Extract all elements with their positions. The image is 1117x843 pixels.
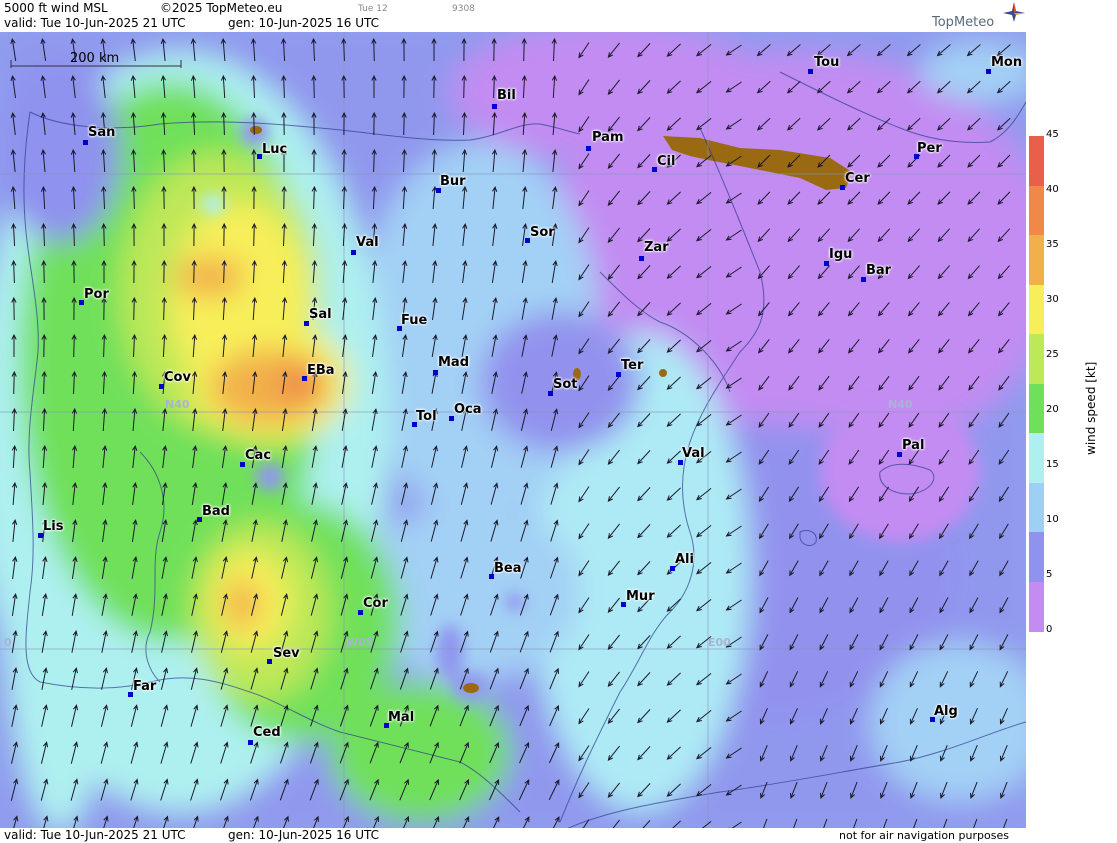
legend-color-segment: [1029, 433, 1044, 483]
city-label[interactable]: Lis: [43, 519, 63, 534]
city-label[interactable]: Ali: [675, 552, 694, 567]
legend-color-segment: [1029, 334, 1044, 384]
scale-bar: 200 km: [10, 51, 182, 68]
city-label[interactable]: Per: [917, 141, 942, 156]
lon-label-w05: W05: [346, 636, 374, 649]
city-label[interactable]: Alg: [934, 704, 958, 719]
topmeteo-logo-icon: [1003, 2, 1025, 22]
city-marker: [267, 659, 272, 664]
city-label[interactable]: Por: [84, 287, 109, 302]
city-label[interactable]: Far: [133, 679, 156, 694]
scale-bar-label: 200 km: [70, 51, 120, 66]
city-label[interactable]: Val: [356, 235, 379, 250]
legend-tick-label: 0: [1046, 624, 1053, 635]
lon-label-e00: E00: [708, 636, 731, 649]
city-label[interactable]: Tou: [814, 55, 839, 70]
city-label[interactable]: Sev: [273, 646, 300, 661]
wind-speed-legend: 45 40 35 30 25 20 15 10 5 0 wind speed [kt]: [1026, 0, 1117, 843]
legend-tick-label: 30: [1046, 294, 1059, 305]
legend-tick-label: 25: [1046, 349, 1059, 360]
legend-colorbar: [1029, 136, 1044, 632]
legend-tick-label: 10: [1046, 514, 1059, 525]
legend-color-segment: [1029, 185, 1044, 236]
map-title: 5000 ft wind MSL: [4, 1, 108, 15]
city-label[interactable]: Pam: [592, 130, 624, 145]
legend-tick-label: 5: [1046, 569, 1053, 580]
day-tab[interactable]: Tue 12: [358, 4, 388, 14]
city-label[interactable]: Bea: [494, 561, 522, 576]
legend-color-segment: [1029, 136, 1044, 186]
wind-field: [0, 32, 1026, 828]
city-marker: [808, 69, 813, 74]
city-label[interactable]: Igu: [829, 247, 852, 262]
legend-color-segment: [1029, 581, 1044, 632]
copyright: ©2025 TopMeteo.eu: [160, 1, 283, 15]
city-marker: [83, 140, 88, 145]
city-label[interactable]: Sal: [309, 307, 332, 322]
legend-title: wind speed [kt]: [1084, 361, 1098, 455]
city-label[interactable]: Mal: [388, 710, 414, 725]
city-label[interactable]: Ced: [253, 725, 281, 740]
valid-time: valid: Tue 10-Jun-2025 21 UTC: [4, 16, 186, 30]
city-label[interactable]: Fue: [401, 313, 427, 328]
map-footer: valid: Tue 10-Jun-2025 21 UTC gen: 10-Ju…: [0, 828, 1026, 843]
run-code: 9308: [452, 4, 475, 14]
city-label[interactable]: Cor: [363, 596, 388, 611]
legend-tick-label: 45: [1046, 129, 1059, 140]
city-label[interactable]: Cer: [845, 171, 870, 186]
city-marker: [639, 256, 644, 261]
wind-map[interactable]: 200 km N40 N40 W05 E00 0 San Luc Bil Pam…: [0, 32, 1026, 828]
city-label[interactable]: Bur: [440, 174, 466, 189]
city-label[interactable]: Oca: [454, 402, 482, 417]
lat-label-n40-west: N40: [165, 398, 190, 411]
legend-tick-label: 40: [1046, 184, 1059, 195]
legend-tick-label: 15: [1046, 459, 1059, 470]
footer-valid-time: valid: Tue 10-Jun-2025 21 UTC: [4, 828, 186, 842]
city-label[interactable]: Mad: [438, 355, 469, 370]
lat-label-n40-east: N40: [888, 398, 913, 411]
legend-color-segment: [1029, 284, 1044, 335]
footer-gen-time: gen: 10-Jun-2025 16 UTC: [228, 828, 380, 842]
city-label[interactable]: Sor: [530, 225, 555, 240]
city-label[interactable]: Cov: [164, 370, 191, 385]
city-label[interactable]: San: [88, 125, 115, 140]
disclaimer: not for air navigation purposes: [839, 829, 1009, 842]
legend-color-segment: [1029, 383, 1044, 434]
city-marker: [351, 250, 356, 255]
city-marker: [248, 740, 253, 745]
city-label[interactable]: Bad: [202, 504, 230, 519]
city-label[interactable]: Zar: [644, 240, 669, 255]
city-label[interactable]: Bil: [497, 88, 516, 103]
city-label[interactable]: Tol: [416, 409, 437, 424]
city-label[interactable]: Luc: [262, 142, 287, 157]
lon-label-w10: 0: [4, 636, 12, 649]
city-label[interactable]: Mur: [626, 589, 655, 604]
city-marker: [586, 146, 591, 151]
city-label[interactable]: Val: [682, 446, 705, 461]
city-marker: [433, 370, 438, 375]
brand-name: TopMeteo: [932, 15, 995, 30]
legend-color-segment: [1029, 532, 1044, 582]
city-label[interactable]: Mon: [991, 55, 1022, 70]
legend-tick-label: 20: [1046, 404, 1059, 415]
city-label[interactable]: Pal: [902, 438, 924, 453]
city-label[interactable]: Cac: [245, 448, 271, 463]
city-label[interactable]: Ter: [621, 358, 643, 373]
city-label[interactable]: EBa: [307, 363, 335, 378]
city-label[interactable]: Cil: [657, 154, 675, 169]
gen-time: gen: 10-Jun-2025 16 UTC: [228, 16, 380, 30]
legend-color-segment: [1029, 482, 1044, 533]
city-label[interactable]: Bar: [866, 263, 891, 278]
map-header: 5000 ft wind MSL ©2025 TopMeteo.eu Tue 1…: [0, 0, 1026, 32]
legend-tick-label: 35: [1046, 239, 1059, 250]
legend-color-segment: [1029, 235, 1044, 285]
city-label[interactable]: Sot: [553, 377, 578, 392]
city-marker: [492, 104, 497, 109]
